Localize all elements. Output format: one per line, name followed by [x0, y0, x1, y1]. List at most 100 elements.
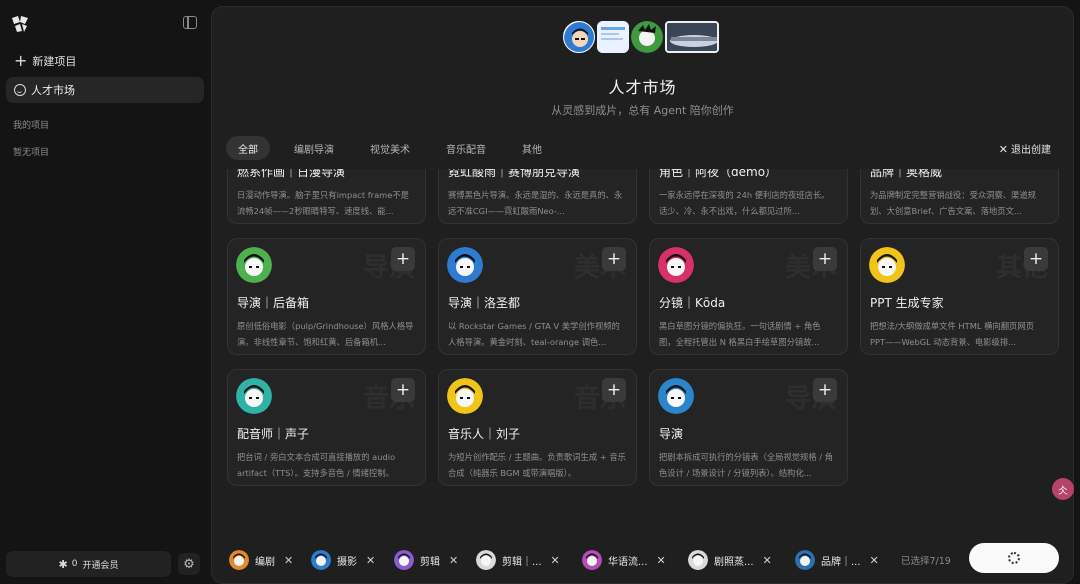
agent-description: 为品牌制定完整营销战役：受众洞察、渠道规划、大创意Brief、广告文案、落地页文… [870, 190, 1036, 216]
chip-label: 品牌｜... [821, 556, 861, 568]
avatar [582, 550, 602, 570]
avatar [394, 550, 414, 570]
avatar[interactable] [563, 21, 595, 53]
agent-name: 配音师｜声子 [237, 427, 310, 441]
settings-gear-icon[interactable]: ⚙ [178, 553, 200, 575]
agent-card[interactable]: 其他 + PPT 生成专家 把想法/大纲做成单文件 HTML 横向翻页网页 PPT——… [860, 238, 1059, 355]
avatar [688, 550, 708, 570]
avatar [447, 378, 483, 414]
agent-description: 原创低俗电影（pulp/Grindhouse）风格人格导演。非线性章节、饱和红黄… [237, 321, 414, 347]
agent-card-grid: 导演 + 燃系作画｜日漫导演日漫动作导演。脑子里只有impact frame不是流畅… [212, 169, 1073, 535]
remove-chip-icon[interactable]: ✕ [284, 554, 293, 567]
plus-icon: + [14, 50, 28, 70]
page-subtitle: 从灵感到成片，总有 Agent 陪你创作 [551, 104, 734, 117]
agent-card[interactable]: 美术 + 导演｜洛圣都以 Rockstar Games / GTA V 美学创作视频… [438, 238, 637, 355]
agent-name: 分镜｜Kōda [659, 296, 726, 310]
remove-chip-icon[interactable]: ✕ [763, 554, 772, 567]
loading-spinner-icon [1008, 552, 1020, 564]
tab-other[interactable]: 其他 [510, 136, 554, 160]
chip-label: 剪辑 [420, 556, 440, 568]
remove-chip-icon[interactable]: ✕ [870, 554, 879, 567]
agent-card[interactable]: 音乐 + 音乐人｜刘子 为短片创作配乐 / 主题曲。负责歌词生成 + 音乐合成（纯器乐… [438, 369, 637, 486]
chip-label: 剧照蒸... [714, 556, 754, 568]
agent-description: 赛博黑色片导演。永远是湿的、永远是真的、永远不准CGI——霓虹酸雨Neo-... [448, 190, 623, 216]
add-agent-button[interactable]: + [391, 247, 415, 271]
close-icon: ✕ [998, 143, 1008, 156]
agent-description: 黑白草图分镜的偏执狂。一句话剧情 + 角色图，全程托管出 N 格黑白手绘草图分镜… [659, 321, 821, 347]
chip-label: 编剧 [255, 556, 275, 568]
agent-card[interactable]: 导演+霓虹酸雨｜赛博朋克导演赛博黑色片导演。永远是湿的、永远是真的、永远不准CG… [438, 169, 637, 224]
tab-screenwriter-director[interactable]: 编剧导演 [282, 136, 346, 160]
agent-description: 把台词 / 旁白文本合成可直接播放的 audio artifact（TTS）。支… [237, 452, 396, 478]
remove-chip-icon[interactable]: ✕ [449, 554, 458, 567]
agent-name: 品牌｜奥格威 [870, 169, 943, 179]
selected-agent-chip: 剧照蒸... ✕ [688, 549, 772, 571]
remove-chip-icon[interactable]: ✕ [366, 554, 375, 567]
avatar[interactable] [631, 21, 663, 53]
agent-name: 导演｜洛圣都 [448, 296, 521, 310]
selected-agent-chip: 品牌｜... ✕ [795, 549, 879, 571]
sidebar-item-talent-market[interactable]: 人才市场 [6, 77, 204, 103]
agent-card[interactable]: 导演 + 导演｜后备箱 原创低俗电影（pulp/Grindhouse）风格人格导演。非… [227, 238, 426, 355]
talent-market-label: 人才市场 [31, 84, 75, 97]
new-project-button[interactable]: + 新建项目 [6, 48, 204, 73]
exit-create-button[interactable]: ✕ 退出创建 [999, 141, 1051, 156]
floating-assistant-icon[interactable]: 仌 [1052, 478, 1074, 500]
add-agent-button[interactable]: + [602, 378, 626, 402]
selected-agent-chip: 剪辑 ✕ [394, 549, 458, 571]
avatar [869, 247, 905, 283]
agent-card[interactable]: 导演 + 导演 把剧本拆成可执行的分镜表（全局视觉规格 / 角色设计 / 场景设计 /… [649, 369, 848, 486]
avatar[interactable] [665, 21, 719, 53]
avatar [311, 550, 331, 570]
sidebar: + 新建项目 人才市场 我的项目 暂无项目 ✱ 0 开通会员 ⚙ [0, 0, 212, 584]
agent-description: 日漫动作导演。脑子里只有impact frame不是流畅24帧——2秒眼睛特写、… [237, 190, 409, 216]
avatar[interactable] [597, 21, 629, 53]
selection-bar: 已选择7/19 编剧 ✕ 摄影 ✕ 剪辑 ✕ 剪辑｜... ✕ 华语流... ✕ 剧照蒸... ✕ 品牌… [212, 535, 1073, 583]
avatar [229, 550, 249, 570]
agent-description: 把想法/大纲做成单文件 HTML 横向翻页网页 PPT——WebGL 动态背景、… [870, 321, 1034, 347]
avatar [658, 378, 694, 414]
agent-card[interactable]: 其他+品牌｜奥格威为品牌制定完整营销战役：受众洞察、渠道规划、大创意Brief、… [860, 169, 1059, 224]
add-agent-button[interactable]: + [813, 247, 837, 271]
vip-button[interactable]: ✱ 0 开通会员 [6, 551, 171, 577]
agent-name: PPT 生成专家 [870, 296, 944, 310]
sidebar-collapse-icon[interactable] [183, 16, 197, 29]
remove-chip-icon[interactable]: ✕ [657, 554, 666, 567]
no-projects-text: 暂无项目 [13, 148, 50, 158]
agent-card[interactable]: 其他+角色｜阿夜（demo）一家永远停在深夜的 24h 便利店的夜班店长。话少、… [649, 169, 848, 224]
agent-description: 为短片创作配乐 / 主题曲。负责歌词生成 + 音乐合成（纯器乐 BGM 或带演唱… [448, 452, 626, 478]
app-logo-icon[interactable] [9, 13, 31, 35]
new-project-label: 新建项目 [32, 54, 77, 68]
selected-agent-chip: 摄影 ✕ [311, 549, 375, 571]
agent-card[interactable]: 音乐 + 配音师｜声子 把台词 / 旁白文本合成可直接播放的 audio artifa… [227, 369, 426, 486]
selected-agent-chip: 剪辑｜... ✕ [476, 549, 560, 571]
avatar [447, 247, 483, 283]
agent-name: 角色｜阿夜（demo） [659, 169, 778, 179]
page-title: 人才市场 [608, 78, 677, 97]
add-agent-button[interactable]: + [813, 378, 837, 402]
tab-music-voice[interactable]: 音乐配音 [434, 136, 498, 160]
add-agent-button[interactable]: + [391, 378, 415, 402]
chip-label: 华语流... [608, 556, 648, 568]
agent-name: 音乐人｜刘子 [448, 427, 521, 441]
avatar [476, 550, 496, 570]
add-agent-button[interactable]: + [602, 247, 626, 271]
avatar [236, 247, 272, 283]
add-agent-button[interactable]: + [1024, 247, 1048, 271]
remove-chip-icon[interactable]: ✕ [551, 554, 560, 567]
confirm-button[interactable] [969, 543, 1059, 573]
tab-visual-art[interactable]: 视觉美术 [358, 136, 422, 160]
smile-icon [14, 84, 26, 96]
avatar [658, 247, 694, 283]
agent-name: 导演 [659, 427, 684, 441]
agent-card[interactable]: 导演+燃系作画｜日漫导演日漫动作导演。脑子里只有impact frame不是流畅… [227, 169, 426, 224]
category-tabs: 全部 编剧导演 视觉美术 音乐配音 其他 [226, 136, 566, 160]
chip-label: 剪辑｜... [502, 556, 542, 568]
asterisk-icon: ✱ [58, 557, 68, 571]
agent-name: 燃系作画｜日漫导演 [237, 169, 346, 179]
chip-label: 摄影 [337, 556, 357, 568]
avatar [795, 550, 815, 570]
agent-name: 导演｜后备箱 [237, 296, 310, 310]
agent-card[interactable]: 美术 + 分镜｜Kōda 黑白草图分镜的偏执狂。一句话剧情 + 角色图，全程托管出 N… [649, 238, 848, 355]
tab-all[interactable]: 全部 [226, 136, 270, 160]
